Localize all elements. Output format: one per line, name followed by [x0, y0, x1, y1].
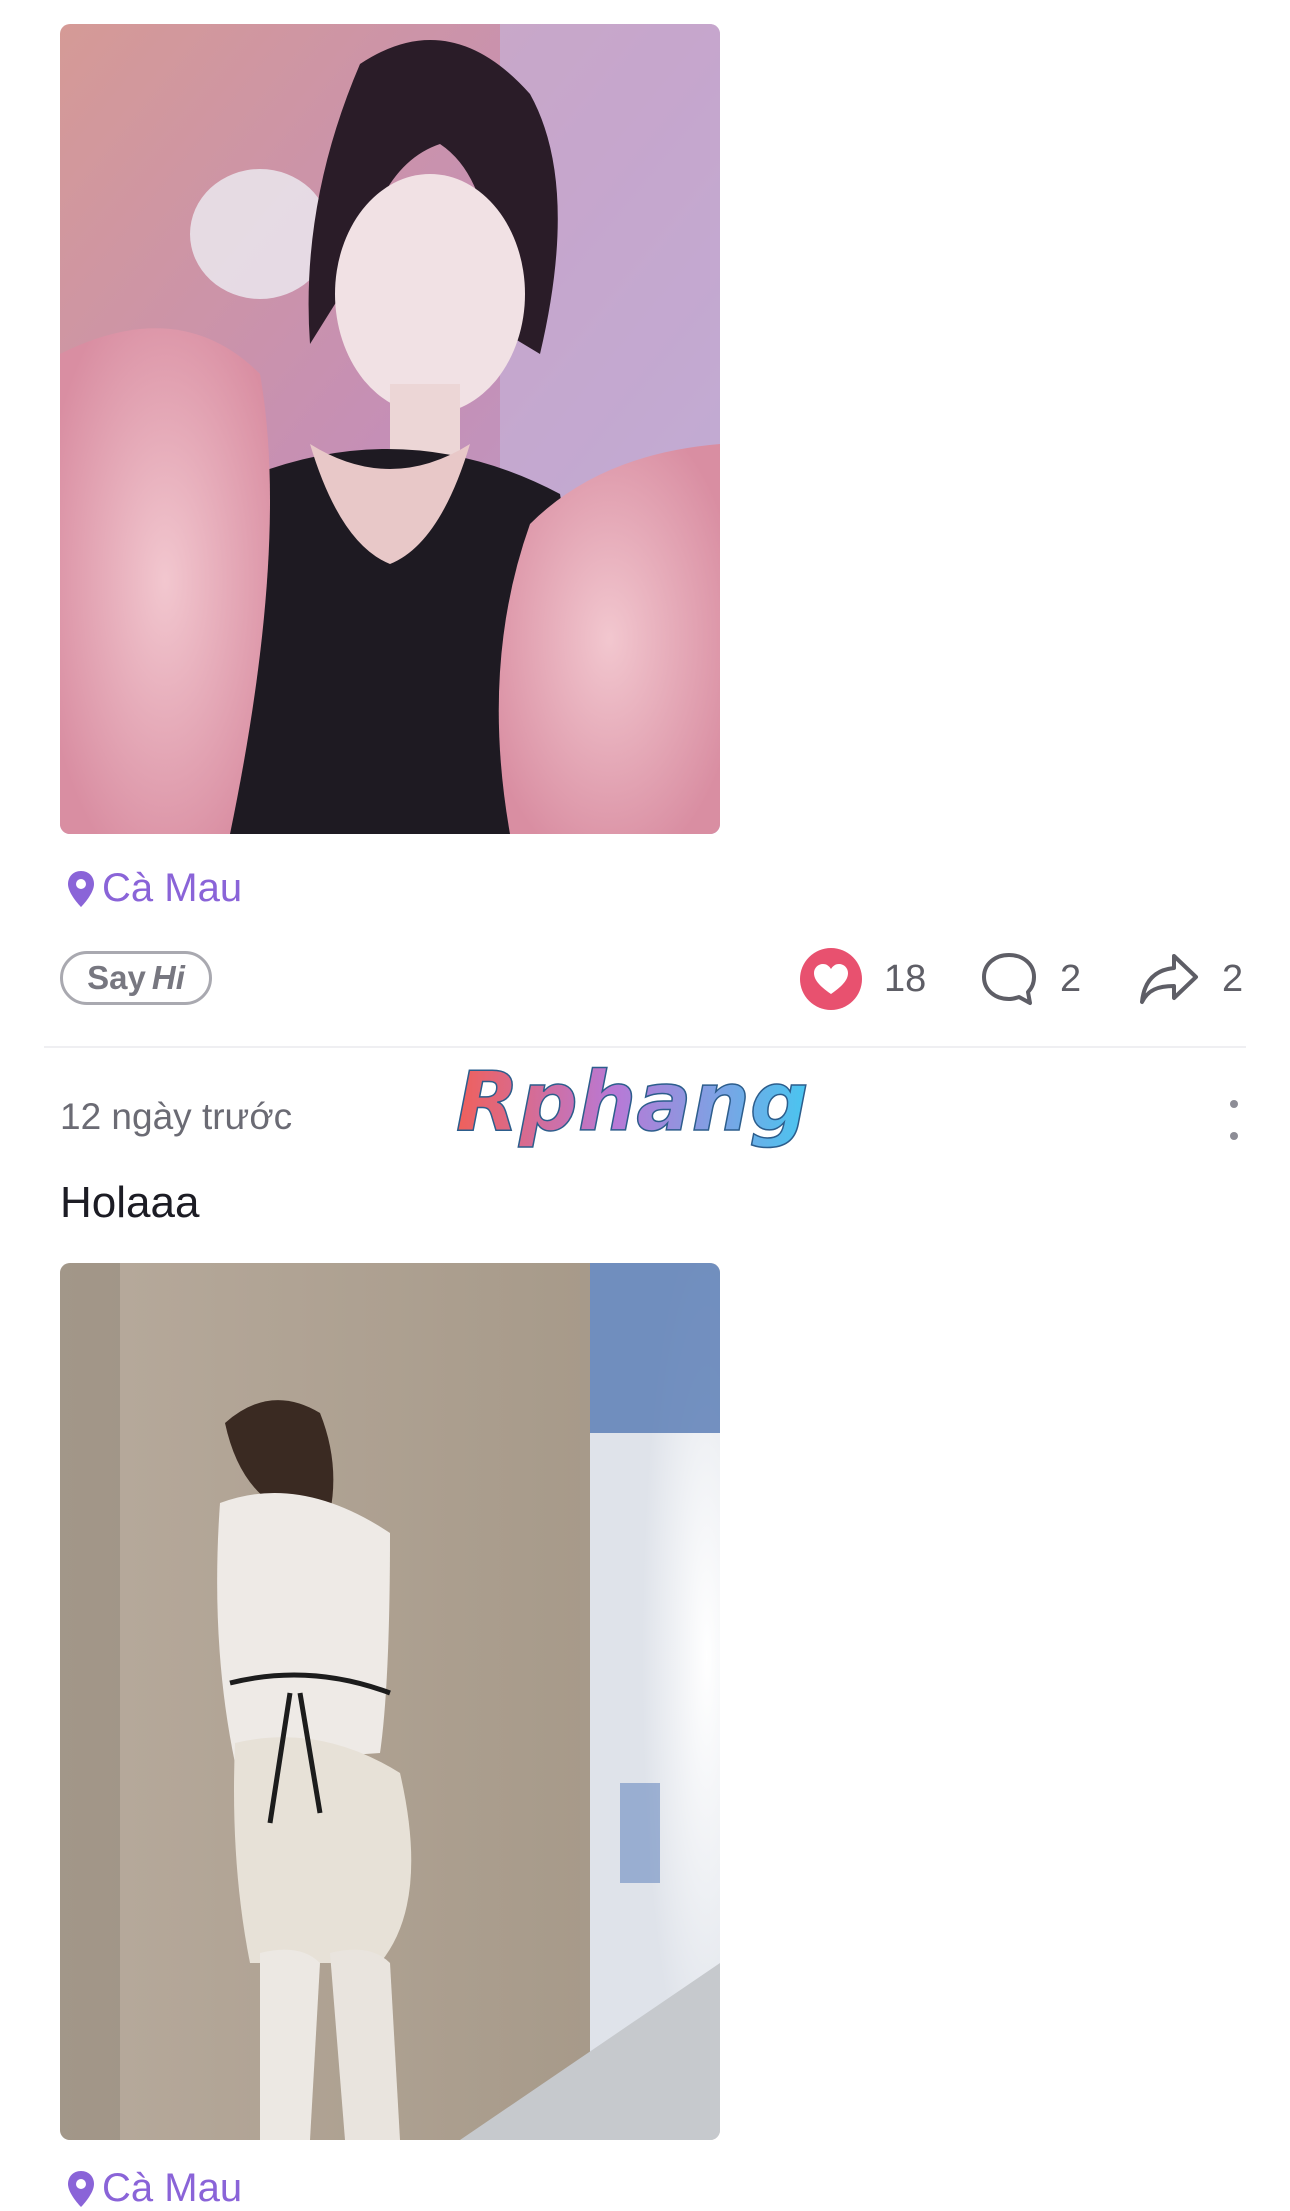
- say-hi-button[interactable]: Say Hi: [60, 951, 212, 1005]
- location-pin-icon: [68, 2170, 94, 2207]
- photo-illustration: [60, 1263, 720, 2140]
- share-count: 2: [1222, 957, 1244, 1000]
- share-arrow-icon: [1140, 954, 1198, 1004]
- post-photo-1[interactable]: [60, 24, 720, 834]
- share-button[interactable]: 2: [1138, 948, 1243, 1010]
- comment-bubble-icon: [982, 953, 1036, 1005]
- comment-button[interactable]: 2: [980, 948, 1081, 1010]
- post-location-1[interactable]: Cà Mau: [66, 866, 242, 911]
- hi-label: Hi: [151, 959, 185, 996]
- say-label: Say: [87, 959, 146, 996]
- post-caption: Holaaa: [60, 1178, 200, 1227]
- photo-illustration: [60, 24, 720, 834]
- like-count: 18: [884, 957, 927, 1000]
- more-options-icon[interactable]: [1222, 1100, 1246, 1140]
- location-label: Cà Mau: [102, 2166, 243, 2210]
- comment-count: 2: [1060, 957, 1082, 1000]
- watermark-text: Rphang: [456, 1055, 809, 1150]
- post-location-2[interactable]: Cà Mau: [66, 2166, 242, 2211]
- post-photo-2[interactable]: [60, 1263, 720, 2140]
- location-label: Cà Mau: [102, 866, 243, 910]
- location-pin-icon: [68, 870, 94, 907]
- post-timestamp: 12 ngày trước: [60, 1096, 293, 1137]
- heart-filled-icon: [800, 948, 862, 1010]
- feed: Cà Mau Say Hi 18 2 2 12 ngày trước Holaa…: [0, 0, 1290, 2210]
- watermark-logo: Rphang: [455, 1054, 809, 1151]
- like-button[interactable]: 18: [800, 948, 926, 1010]
